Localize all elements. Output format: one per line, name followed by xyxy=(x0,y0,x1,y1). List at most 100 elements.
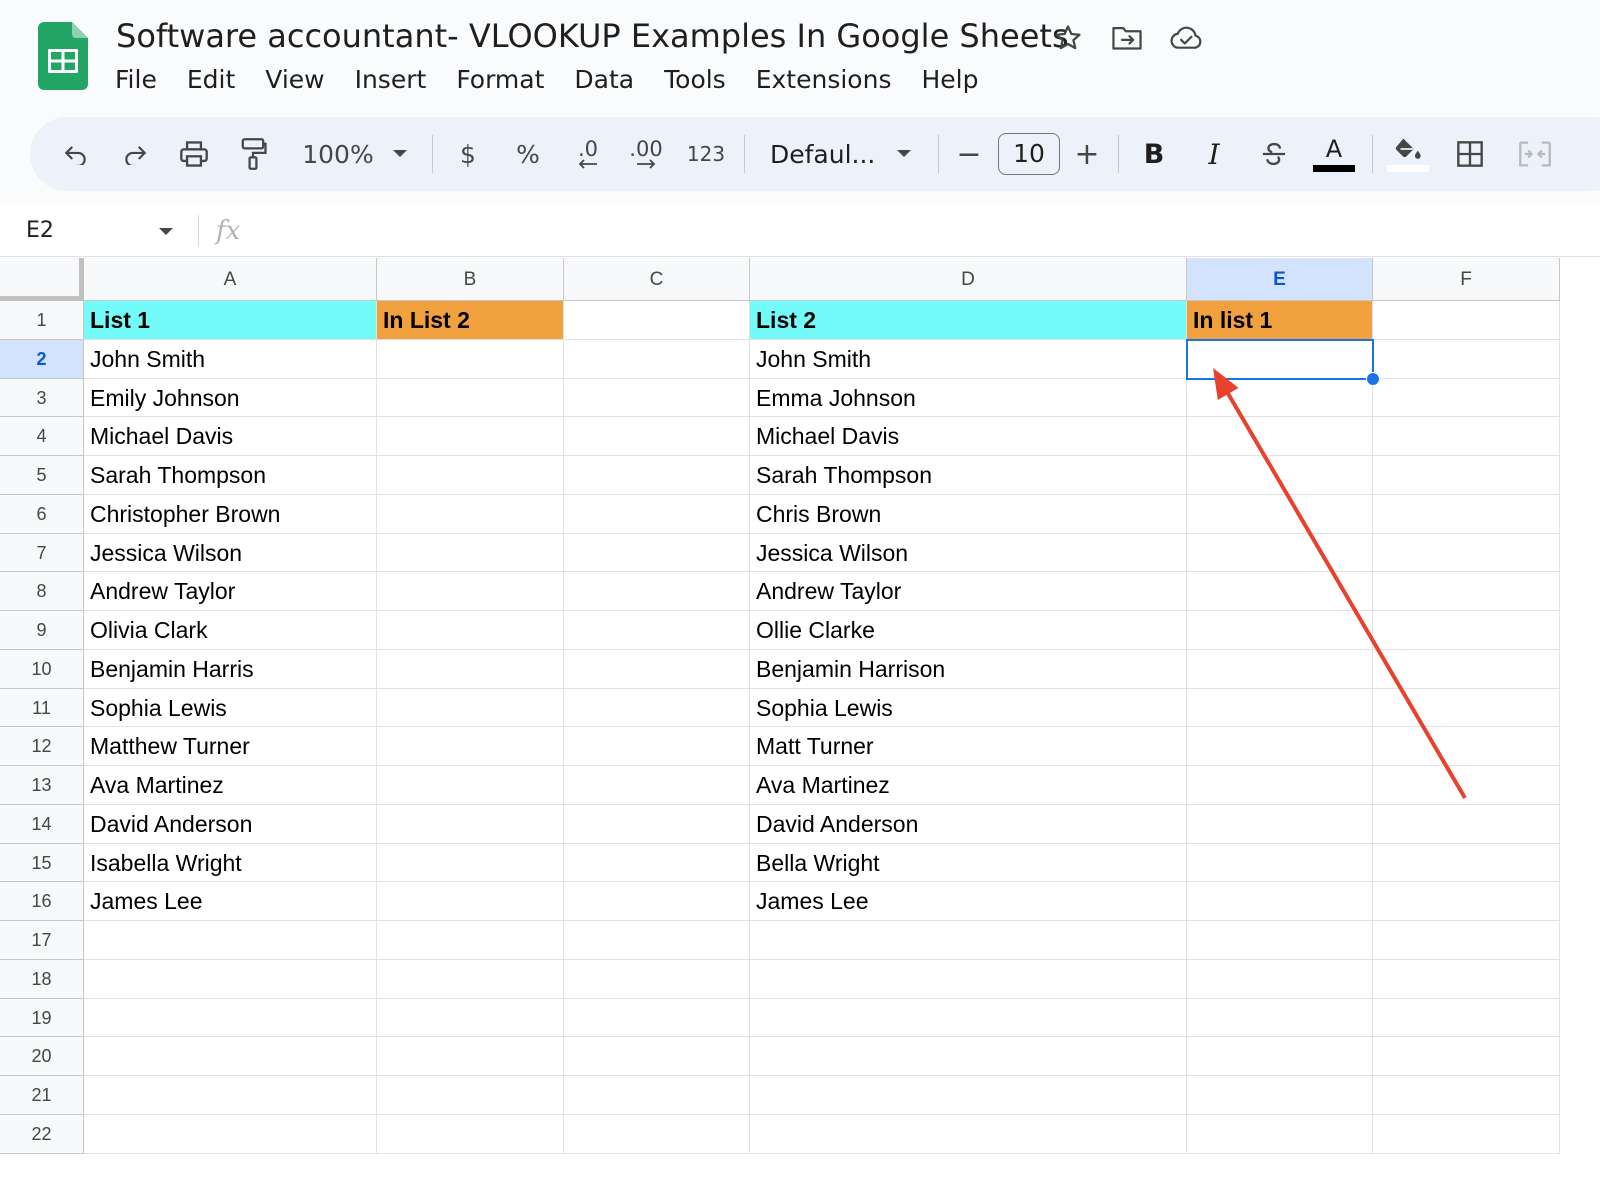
cell-e19[interactable] xyxy=(1187,998,1373,1038)
row-header-22[interactable]: 22 xyxy=(0,1114,84,1154)
cell-d18[interactable] xyxy=(750,959,1187,999)
cell-c7[interactable] xyxy=(564,533,750,573)
cell-c6[interactable] xyxy=(564,494,750,534)
cell-e4[interactable] xyxy=(1187,417,1373,456)
cell-c10[interactable] xyxy=(564,649,750,689)
cell-a4[interactable]: Michael Davis xyxy=(84,417,377,456)
name-box[interactable]: E2 xyxy=(26,213,54,249)
cell-f9[interactable] xyxy=(1373,611,1560,650)
cell-e14[interactable] xyxy=(1187,804,1373,844)
cell-d9[interactable]: Ollie Clarke xyxy=(750,611,1187,650)
cell-b9[interactable] xyxy=(377,611,564,650)
cell-e18[interactable] xyxy=(1187,959,1373,999)
cell-f11[interactable] xyxy=(1373,688,1560,728)
cell-d19[interactable] xyxy=(750,998,1187,1038)
cell-f16[interactable] xyxy=(1373,882,1560,921)
row-header-18[interactable]: 18 xyxy=(0,959,84,999)
cell-e7[interactable] xyxy=(1187,533,1373,573)
row-header-10[interactable]: 10 xyxy=(0,649,84,689)
cell-f3[interactable] xyxy=(1373,378,1560,418)
cell-f18[interactable] xyxy=(1373,959,1560,999)
font-size-input[interactable]: 10 xyxy=(998,133,1060,175)
cell-d11[interactable]: Sophia Lewis xyxy=(750,688,1187,728)
cell-d7[interactable]: Jessica Wilson xyxy=(750,533,1187,573)
cell-b1[interactable]: In List 2 xyxy=(377,301,564,340)
cell-a7[interactable]: Jessica Wilson xyxy=(84,533,377,573)
undo-icon[interactable] xyxy=(58,117,94,191)
cell-f14[interactable] xyxy=(1373,804,1560,844)
cell-d3[interactable]: Emma Johnson xyxy=(750,378,1187,418)
row-header-11[interactable]: 11 xyxy=(0,688,84,728)
redo-icon[interactable] xyxy=(117,117,153,191)
cell-e22[interactable] xyxy=(1187,1114,1373,1154)
cell-c16[interactable] xyxy=(564,882,750,921)
strikethrough-icon[interactable] xyxy=(1256,117,1292,191)
cell-a5[interactable]: Sarah Thompson xyxy=(84,456,377,495)
cell-d21[interactable] xyxy=(750,1076,1187,1115)
column-header-a[interactable]: A xyxy=(84,258,377,301)
decrease-font-size-button[interactable]: − xyxy=(952,117,986,191)
cell-c11[interactable] xyxy=(564,688,750,728)
cell-b12[interactable] xyxy=(377,727,564,766)
text-color-button[interactable]: A xyxy=(1312,117,1356,191)
decrease-decimal-button[interactable]: .0 xyxy=(566,117,610,191)
cell-a3[interactable]: Emily Johnson xyxy=(84,378,377,418)
menu-file[interactable]: File xyxy=(100,60,172,100)
cell-b6[interactable] xyxy=(377,494,564,534)
cell-f12[interactable] xyxy=(1373,727,1560,766)
cell-e8[interactable] xyxy=(1187,572,1373,611)
name-box-dropdown-icon[interactable] xyxy=(158,224,174,242)
row-header-20[interactable]: 20 xyxy=(0,1037,84,1076)
cell-f4[interactable] xyxy=(1373,417,1560,456)
menu-insert[interactable]: Insert xyxy=(340,60,442,100)
cell-f22[interactable] xyxy=(1373,1114,1560,1154)
cell-e1[interactable]: In list 1 xyxy=(1187,301,1373,340)
merge-cells-icon[interactable] xyxy=(1510,117,1560,191)
row-header-13[interactable]: 13 xyxy=(0,766,84,805)
italic-button[interactable]: I xyxy=(1196,117,1232,191)
star-icon[interactable] xyxy=(1048,18,1088,58)
cell-a16[interactable]: James Lee xyxy=(84,882,377,921)
cell-d15[interactable]: Bella Wright xyxy=(750,843,1187,883)
row-header-19[interactable]: 19 xyxy=(0,998,84,1038)
cell-b22[interactable] xyxy=(377,1114,564,1154)
cell-d22[interactable] xyxy=(750,1114,1187,1154)
cell-a20[interactable] xyxy=(84,1037,377,1076)
row-header-7[interactable]: 7 xyxy=(0,533,84,573)
cell-f21[interactable] xyxy=(1373,1076,1560,1115)
cell-a10[interactable]: Benjamin Harris xyxy=(84,649,377,689)
cell-b16[interactable] xyxy=(377,882,564,921)
row-header-6[interactable]: 6 xyxy=(0,494,84,534)
cell-a9[interactable]: Olivia Clark xyxy=(84,611,377,650)
cell-a11[interactable]: Sophia Lewis xyxy=(84,688,377,728)
cell-a17[interactable] xyxy=(84,921,377,960)
cell-c8[interactable] xyxy=(564,572,750,611)
cell-c4[interactable] xyxy=(564,417,750,456)
cell-f13[interactable] xyxy=(1373,766,1560,805)
cell-c13[interactable] xyxy=(564,766,750,805)
increase-decimal-button[interactable]: .00 xyxy=(624,117,668,191)
cloud-saved-icon[interactable] xyxy=(1166,18,1206,58)
cell-e17[interactable] xyxy=(1187,921,1373,960)
cell-c18[interactable] xyxy=(564,959,750,999)
cell-a2[interactable]: John Smith xyxy=(84,339,377,379)
cell-b4[interactable] xyxy=(377,417,564,456)
more-formats-button[interactable]: 123 xyxy=(682,117,730,191)
cell-e21[interactable] xyxy=(1187,1076,1373,1115)
cell-e20[interactable] xyxy=(1187,1037,1373,1076)
cell-c17[interactable] xyxy=(564,921,750,960)
cell-a14[interactable]: David Anderson xyxy=(84,804,377,844)
cell-c19[interactable] xyxy=(564,998,750,1038)
cell-b11[interactable] xyxy=(377,688,564,728)
menu-tools[interactable]: Tools xyxy=(649,60,741,100)
row-header-2[interactable]: 2 xyxy=(0,339,84,379)
cell-f2[interactable] xyxy=(1373,339,1560,379)
cell-c15[interactable] xyxy=(564,843,750,883)
cell-b20[interactable] xyxy=(377,1037,564,1076)
font-dropdown-icon[interactable] xyxy=(890,117,918,191)
cell-e6[interactable] xyxy=(1187,494,1373,534)
move-to-folder-icon[interactable] xyxy=(1107,18,1147,58)
cell-b3[interactable] xyxy=(377,378,564,418)
cell-d4[interactable]: Michael Davis xyxy=(750,417,1187,456)
cell-c22[interactable] xyxy=(564,1114,750,1154)
